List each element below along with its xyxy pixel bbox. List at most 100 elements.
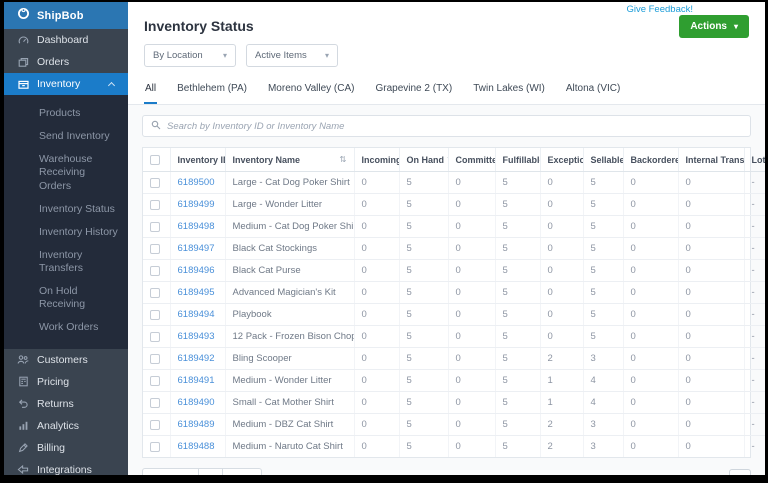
- current-page-button[interactable]: 1: [198, 468, 223, 476]
- value-cell: -: [744, 172, 765, 194]
- actions-button[interactable]: Actions ▾: [679, 15, 749, 38]
- value-cell: 0: [448, 260, 495, 282]
- sidebar-item-label: Customers: [37, 354, 88, 366]
- pricing-icon: [17, 376, 29, 388]
- row-select-cell: [143, 238, 170, 260]
- sidebar-item-inventory[interactable]: Inventory: [4, 73, 128, 95]
- next-page-button[interactable]: Next: [222, 468, 262, 476]
- sidebar-subitem-inventory-history[interactable]: Inventory History: [4, 221, 128, 244]
- value-cell: 0: [678, 282, 744, 304]
- row-checkbox[interactable]: [150, 288, 160, 298]
- table-row: 6189492Bling Scooper05052300-: [143, 348, 765, 370]
- column-header-exception: Exception: [540, 148, 583, 172]
- previous-page-button[interactable]: Previous: [142, 468, 199, 476]
- inventory-id-link[interactable]: 6189488: [178, 441, 215, 452]
- search-input[interactable]: [167, 121, 742, 132]
- caret-down-icon: ▾: [223, 51, 227, 60]
- inventory-id-link[interactable]: 6189499: [178, 199, 215, 210]
- goto-page-input[interactable]: [729, 469, 751, 475]
- sidebar-subitem-on-hold-receiving[interactable]: On Hold Receiving: [4, 280, 128, 316]
- column-header-fulfillable: Fulfillable: [495, 148, 540, 172]
- sidebar-item-billing[interactable]: Billing: [4, 437, 128, 459]
- value-cell: 0: [448, 326, 495, 348]
- inventory-id-link[interactable]: 6189492: [178, 353, 215, 364]
- value-cell: 4: [583, 392, 623, 414]
- item-status-filter-dropdown[interactable]: Active Items ▾: [246, 44, 338, 67]
- row-checkbox[interactable]: [150, 200, 160, 210]
- sidebar-item-dashboard[interactable]: Dashboard: [4, 29, 128, 51]
- row-checkbox[interactable]: [150, 310, 160, 320]
- inventory-id-link[interactable]: 6189490: [178, 397, 215, 408]
- value-cell: 5: [495, 326, 540, 348]
- table-row: 6189491Medium - Wonder Litter05051400-: [143, 370, 765, 392]
- inventory-id-link[interactable]: 6189495: [178, 287, 215, 298]
- sidebar-item-pricing[interactable]: Pricing: [4, 371, 128, 393]
- value-cell: 5: [495, 194, 540, 216]
- sidebar-subitem-inventory-transfers[interactable]: Inventory Transfers: [4, 244, 128, 280]
- value-cell: -: [744, 348, 765, 370]
- sidebar-item-returns[interactable]: Returns: [4, 393, 128, 415]
- sidebar-subitem-inventory-status[interactable]: Inventory Status: [4, 198, 128, 221]
- sidebar-item-integrations[interactable]: Integrations: [4, 459, 128, 476]
- row-checkbox[interactable]: [150, 178, 160, 188]
- sort-icon[interactable]: ⇅: [339, 154, 346, 165]
- inventory-id-link[interactable]: 6189489: [178, 419, 215, 430]
- inventory-id-link[interactable]: 6189500: [178, 177, 215, 188]
- sidebar-item-label: Inventory: [37, 78, 80, 90]
- tab-altona-vic[interactable]: Altona (VIC): [565, 79, 621, 104]
- value-cell: 5: [495, 370, 540, 392]
- row-checkbox[interactable]: [150, 354, 160, 364]
- row-select-cell: [143, 392, 170, 414]
- tab-all[interactable]: All: [144, 79, 157, 104]
- sidebar-subitem-work-orders[interactable]: Work Orders: [4, 316, 128, 339]
- tab-moreno-valley-ca[interactable]: Moreno Valley (CA): [267, 79, 356, 104]
- row-checkbox[interactable]: [150, 332, 160, 342]
- row-checkbox[interactable]: [150, 376, 160, 386]
- table-row: 6189495Advanced Magician's Kit05050500-: [143, 282, 765, 304]
- billing-icon: [17, 442, 29, 454]
- value-cell: 0: [540, 304, 583, 326]
- table-row: 618949312 Pack - Frozen Bison Chops05050…: [143, 326, 765, 348]
- analytics-icon: [17, 420, 29, 432]
- sidebar-item-orders[interactable]: Orders: [4, 51, 128, 73]
- sidebar-item-analytics[interactable]: Analytics: [4, 415, 128, 437]
- sidebar-subitem-warehouse-receiving-orders[interactable]: Warehouse Receiving Orders: [4, 148, 128, 197]
- row-checkbox[interactable]: [150, 442, 160, 452]
- filters-row: By Location ▾ Active Items ▾: [128, 34, 765, 76]
- row-checkbox[interactable]: [150, 244, 160, 254]
- sidebar-subitem-products[interactable]: Products: [4, 102, 128, 125]
- value-cell: 0: [540, 326, 583, 348]
- inventory-id-link[interactable]: 6189498: [178, 221, 215, 232]
- give-feedback-link[interactable]: Give Feedback!: [626, 4, 693, 15]
- logo-bar[interactable]: ShipBob: [4, 2, 128, 29]
- row-select-cell: [143, 172, 170, 194]
- row-checkbox[interactable]: [150, 398, 160, 408]
- tab-bethlehem-pa[interactable]: Bethlehem (PA): [176, 79, 248, 104]
- tab-grapevine-2-tx[interactable]: Grapevine 2 (TX): [374, 79, 453, 104]
- inventory-name-cell: Bling Scooper: [225, 348, 354, 370]
- inventory-id-link[interactable]: 6189494: [178, 309, 215, 320]
- tab-twin-lakes-wi[interactable]: Twin Lakes (WI): [472, 79, 546, 104]
- inventory-id-link[interactable]: 6189497: [178, 243, 215, 254]
- value-cell: 0: [354, 370, 399, 392]
- select-all-checkbox[interactable]: [150, 155, 160, 165]
- value-cell: -: [744, 436, 765, 458]
- value-cell: 5: [399, 216, 448, 238]
- column-header-inventory-name[interactable]: Inventory Name⇅: [225, 148, 354, 172]
- inventory-id-link[interactable]: 6189493: [178, 331, 215, 342]
- inventory-id-link[interactable]: 6189491: [178, 375, 215, 386]
- value-cell: 0: [678, 370, 744, 392]
- row-checkbox[interactable]: [150, 420, 160, 430]
- location-filter-dropdown[interactable]: By Location ▾: [144, 44, 236, 67]
- row-checkbox[interactable]: [150, 266, 160, 276]
- inventory-id-link[interactable]: 6189496: [178, 265, 215, 276]
- sidebar-subitem-send-inventory[interactable]: Send Inventory: [4, 125, 128, 148]
- value-cell: 0: [623, 260, 678, 282]
- row-checkbox[interactable]: [150, 222, 160, 232]
- inventory-name-cell: Medium - Naruto Cat Shirt: [225, 436, 354, 458]
- sidebar-item-customers[interactable]: Customers: [4, 349, 128, 371]
- value-cell: 5: [583, 282, 623, 304]
- value-cell: 5: [583, 238, 623, 260]
- row-select-cell: [143, 260, 170, 282]
- column-header-on-hand[interactable]: On Hand⇅: [399, 148, 448, 172]
